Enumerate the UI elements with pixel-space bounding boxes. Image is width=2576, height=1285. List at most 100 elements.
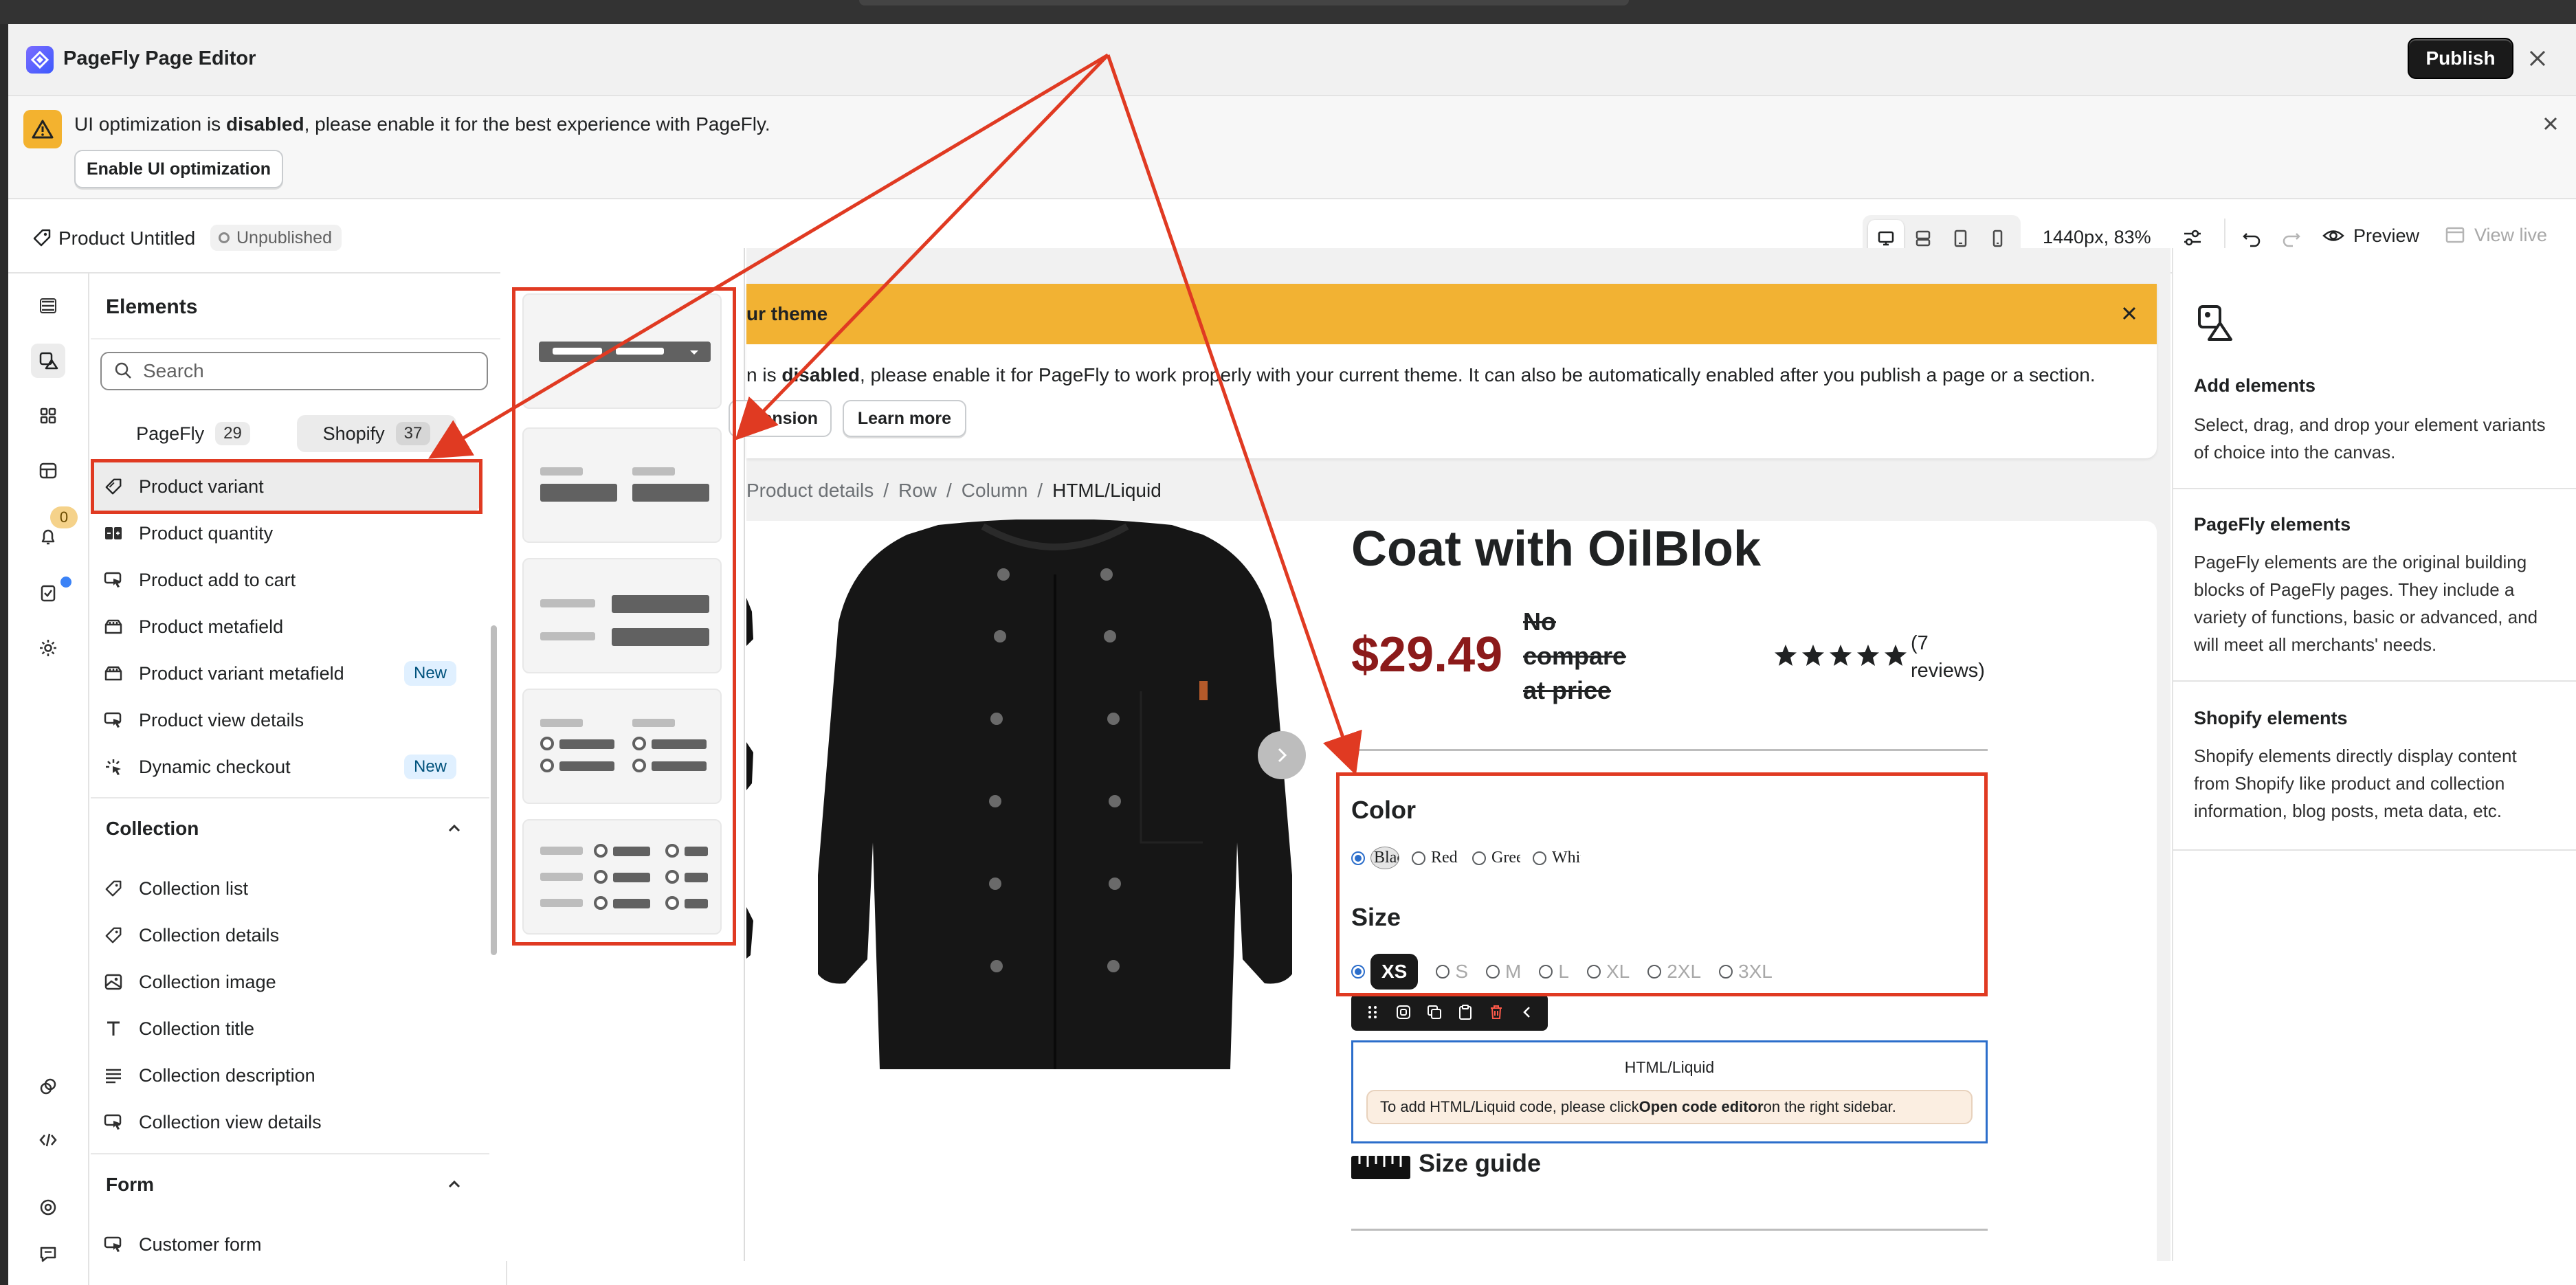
delete-icon[interactable]: [1487, 1003, 1505, 1021]
element-collection-list[interactable]: Collection list: [103, 871, 248, 906]
tag-icon: [103, 878, 124, 899]
text-icon: [103, 1018, 124, 1039]
zoom-level[interactable]: 1440px, 83%: [2043, 227, 2151, 248]
element-label: Dynamic checkout: [139, 756, 291, 777]
element-collection-description[interactable]: Collection description: [103, 1058, 315, 1093]
tag-icon: [32, 227, 52, 248]
settings-gear-icon[interactable]: [31, 631, 65, 665]
tab-pagefly[interactable]: PageFly 29: [128, 415, 258, 452]
tab-pagefly-label: PageFly: [136, 423, 205, 444]
breadcrumb-column[interactable]: Column: [962, 480, 1028, 501]
html-liquid-title: HTML/Liquid: [1624, 1058, 1715, 1076]
element-label: Collection view details: [139, 1111, 322, 1132]
form-section-title[interactable]: Form: [106, 1174, 154, 1196]
status-dot-icon: [219, 232, 230, 243]
save-as-icon[interactable]: [1395, 1003, 1412, 1021]
annotation-box-variant-previews: [512, 287, 736, 946]
rating-stars: [1773, 643, 1908, 668]
pagefly-logo-icon: [26, 46, 54, 74]
layers-icon[interactable]: [31, 289, 65, 323]
cursor-click-icon: [103, 1112, 124, 1132]
close-editor-icon[interactable]: [2524, 45, 2551, 72]
element-collection-title[interactable]: Collection title: [103, 1012, 254, 1046]
clipboard-icon[interactable]: [1456, 1003, 1474, 1021]
app-title: PageFly Page Editor: [63, 47, 256, 69]
section-divider: [91, 1153, 489, 1154]
chevron-left-icon[interactable]: [1518, 1003, 1536, 1021]
info-pagefly-elements-title: PageFly elements: [2194, 514, 2351, 535]
publish-button[interactable]: Publish: [2408, 38, 2513, 79]
page-name[interactable]: Product Untitled: [58, 227, 195, 249]
element-collection-view-details[interactable]: Collection view details: [103, 1105, 322, 1139]
info-divider: [2172, 849, 2576, 851]
apps-grid-icon[interactable]: [31, 399, 65, 433]
external-view-icon: [2445, 227, 2465, 243]
help-center-icon[interactable]: [31, 1190, 65, 1225]
element-dynamic-checkout[interactable]: Dynamic checkout: [103, 750, 291, 784]
breadcrumb-row[interactable]: Row: [898, 480, 937, 501]
status-text: Unpublished: [236, 227, 332, 247]
info-divider: [2172, 680, 2576, 682]
view-live-button[interactable]: View live: [2444, 224, 2547, 246]
search-icon: [113, 360, 133, 381]
element-product-metafield[interactable]: Product metafield: [103, 610, 283, 644]
tab-shopify[interactable]: Shopify 37: [297, 415, 456, 452]
enable-ui-optimization-button[interactable]: Enable UI optimization: [74, 150, 283, 188]
drag-handle-icon[interactable]: [1364, 1003, 1381, 1021]
panel-scrollbar[interactable]: [491, 625, 497, 955]
enable-extension-button[interactable]: tension: [729, 400, 832, 437]
duplicate-icon[interactable]: [1425, 1003, 1443, 1021]
undo-icon[interactable]: [2241, 225, 2264, 249]
element-collection-details[interactable]: Collection details: [103, 918, 279, 952]
product-title: Coat with OilBlok: [1351, 522, 1762, 577]
product-divider: [1351, 749, 1988, 751]
paragraph-icon: [103, 1065, 124, 1086]
search-input[interactable]: [143, 355, 480, 388]
chevron-up-icon[interactable]: [444, 818, 465, 838]
element-label: Collection image: [139, 971, 276, 992]
global-styles-icon[interactable]: [31, 1069, 65, 1104]
breadcrumb-product-details[interactable]: Product details: [746, 480, 874, 501]
tab-pagefly-count: 29: [215, 422, 250, 445]
html-liquid-hint: To add HTML/Liquid code, please click Op…: [1366, 1090, 1973, 1124]
chat-support-icon[interactable]: [31, 1237, 65, 1271]
section-divider: [91, 797, 489, 798]
element-customer-form[interactable]: Customer form: [103, 1227, 262, 1262]
checkout-icon: [103, 757, 124, 777]
close-theme-banner-icon[interactable]: [2117, 301, 2142, 326]
info-add-elements-text: Select, drag, and drop your element vari…: [2194, 414, 2546, 462]
chevron-up-icon[interactable]: [444, 1174, 465, 1194]
element-product-add-to-cart[interactable]: Product add to cart: [103, 563, 296, 597]
info-divider: [2172, 488, 2576, 489]
image-icon: [103, 972, 124, 992]
element-product-quantity[interactable]: Product quantity: [103, 516, 273, 550]
code-icon[interactable]: [31, 1123, 65, 1157]
sections-icon[interactable]: [31, 454, 65, 488]
next-image-button[interactable]: [1258, 731, 1306, 779]
tag-icon: [103, 925, 124, 946]
quantity-icon: [103, 523, 124, 544]
element-collection-image[interactable]: Collection image: [103, 965, 276, 999]
product-image-chef-coat[interactable]: [818, 519, 1292, 1083]
collection-section-title[interactable]: Collection: [106, 818, 199, 840]
element-product-view-details[interactable]: Product view details: [103, 703, 304, 737]
size-guide-link[interactable]: Size guide: [1419, 1149, 1541, 1178]
tab-shopify-count: 37: [395, 422, 431, 445]
sliders-icon[interactable]: [2180, 225, 2205, 250]
preview-button[interactable]: Preview: [2322, 224, 2419, 247]
redo-icon[interactable]: [2279, 225, 2302, 249]
close-banner-icon[interactable]: [2539, 112, 2562, 135]
chevron-right-icon: [1278, 748, 1287, 763]
metafield-icon: [103, 616, 124, 637]
previous-image-edge: [746, 570, 756, 983]
element-label: Collection details: [139, 924, 280, 946]
element-label: Collection description: [139, 1064, 315, 1086]
review-count[interactable]: (7 reviews): [1911, 629, 2007, 684]
ui-optimization-banner: [8, 96, 2576, 199]
element-product-variant-metafield[interactable]: Product variant metafield: [103, 656, 344, 691]
product-divider: [1351, 1229, 1988, 1231]
add-elements-icon[interactable]: [31, 344, 65, 378]
element-label: Collection list: [139, 878, 249, 899]
learn-more-button[interactable]: Learn more: [843, 400, 966, 437]
status-dot-icon: [60, 577, 71, 588]
